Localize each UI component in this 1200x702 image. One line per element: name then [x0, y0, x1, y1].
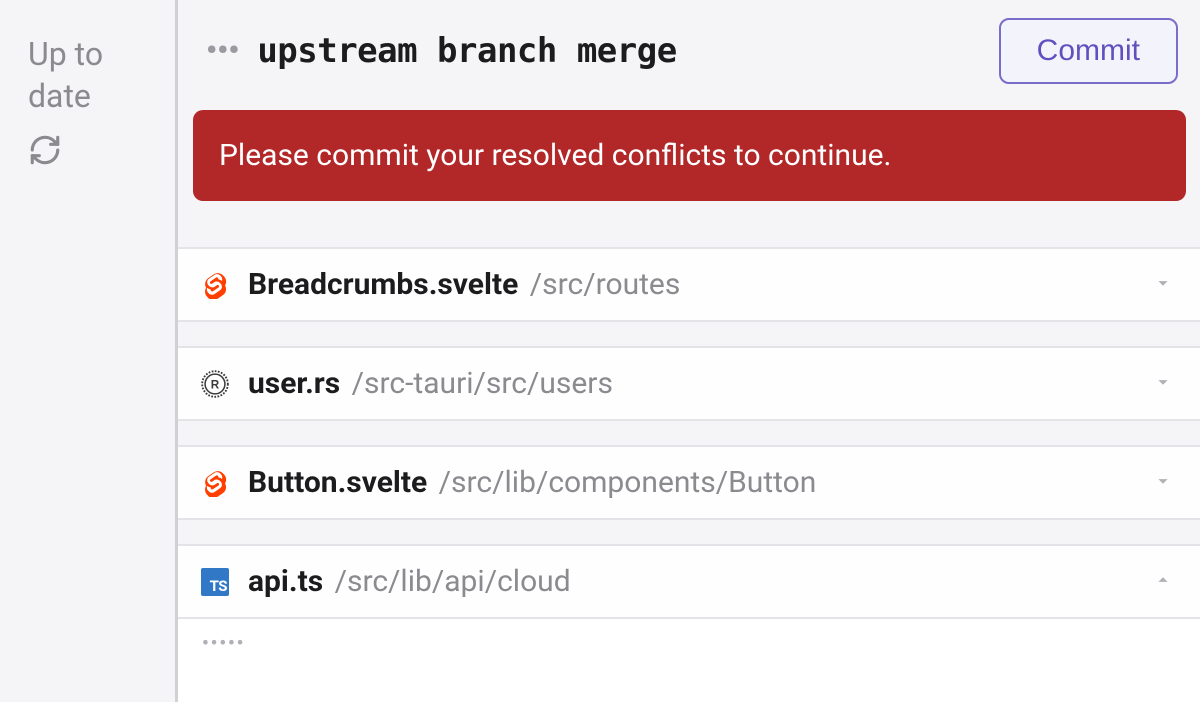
chevron-down-icon[interactable] [1152, 470, 1174, 496]
sidebar: Up to date [0, 0, 175, 702]
chevron-down-icon[interactable] [1152, 272, 1174, 298]
conflict-alert: Please commit your resolved conflicts to… [193, 110, 1186, 201]
svelte-icon [200, 468, 230, 498]
file-row[interactable]: Breadcrumbs.svelte /src/routes [178, 247, 1200, 322]
file-name: Breadcrumbs.svelte [248, 267, 518, 302]
rust-icon: R [200, 369, 230, 399]
file-path: /src-tauri/src/users [352, 366, 613, 401]
file-text: Breadcrumbs.svelte /src/routes [248, 267, 1134, 302]
typescript-icon: TS [200, 567, 230, 597]
chevron-up-icon[interactable] [1152, 569, 1174, 595]
svg-text:R: R [211, 378, 220, 391]
file-path: /src/lib/api/cloud [335, 564, 571, 599]
commit-header: ••• upstream branch merge Commit [178, 6, 1200, 110]
main-panel: ••• upstream branch merge Commit Please … [178, 0, 1200, 702]
file-path: /src/lib/components/Button [439, 465, 817, 500]
file-text: user.rs /src-tauri/src/users [248, 366, 1134, 401]
more-options-icon[interactable]: ••• [206, 36, 239, 66]
file-name: Button.svelte [248, 465, 427, 500]
commit-title: upstream branch merge [257, 31, 980, 71]
file-diff-content: ••••• [178, 619, 1200, 702]
file-text: Button.svelte /src/lib/components/Button [248, 465, 1134, 500]
file-row[interactable]: TS api.ts /src/lib/api/cloud [178, 544, 1200, 619]
chevron-down-icon[interactable] [1152, 371, 1174, 397]
refresh-icon[interactable] [28, 133, 160, 171]
file-name: api.ts [248, 564, 323, 599]
sync-status-text: Up to date [28, 34, 160, 117]
file-row[interactable]: R user.rs /src-tauri/src/users [178, 346, 1200, 421]
commit-button[interactable]: Commit [999, 18, 1178, 84]
svelte-icon [200, 270, 230, 300]
file-text: api.ts /src/lib/api/cloud [248, 564, 1134, 599]
changed-files-list: Breadcrumbs.svelte /src/routes R user.rs… [178, 247, 1200, 702]
file-name: user.rs [248, 366, 340, 401]
file-row[interactable]: Button.svelte /src/lib/components/Button [178, 445, 1200, 520]
diff-collapsed-indicator[interactable]: ••••• [202, 633, 1180, 654]
file-path: /src/routes [530, 267, 681, 302]
